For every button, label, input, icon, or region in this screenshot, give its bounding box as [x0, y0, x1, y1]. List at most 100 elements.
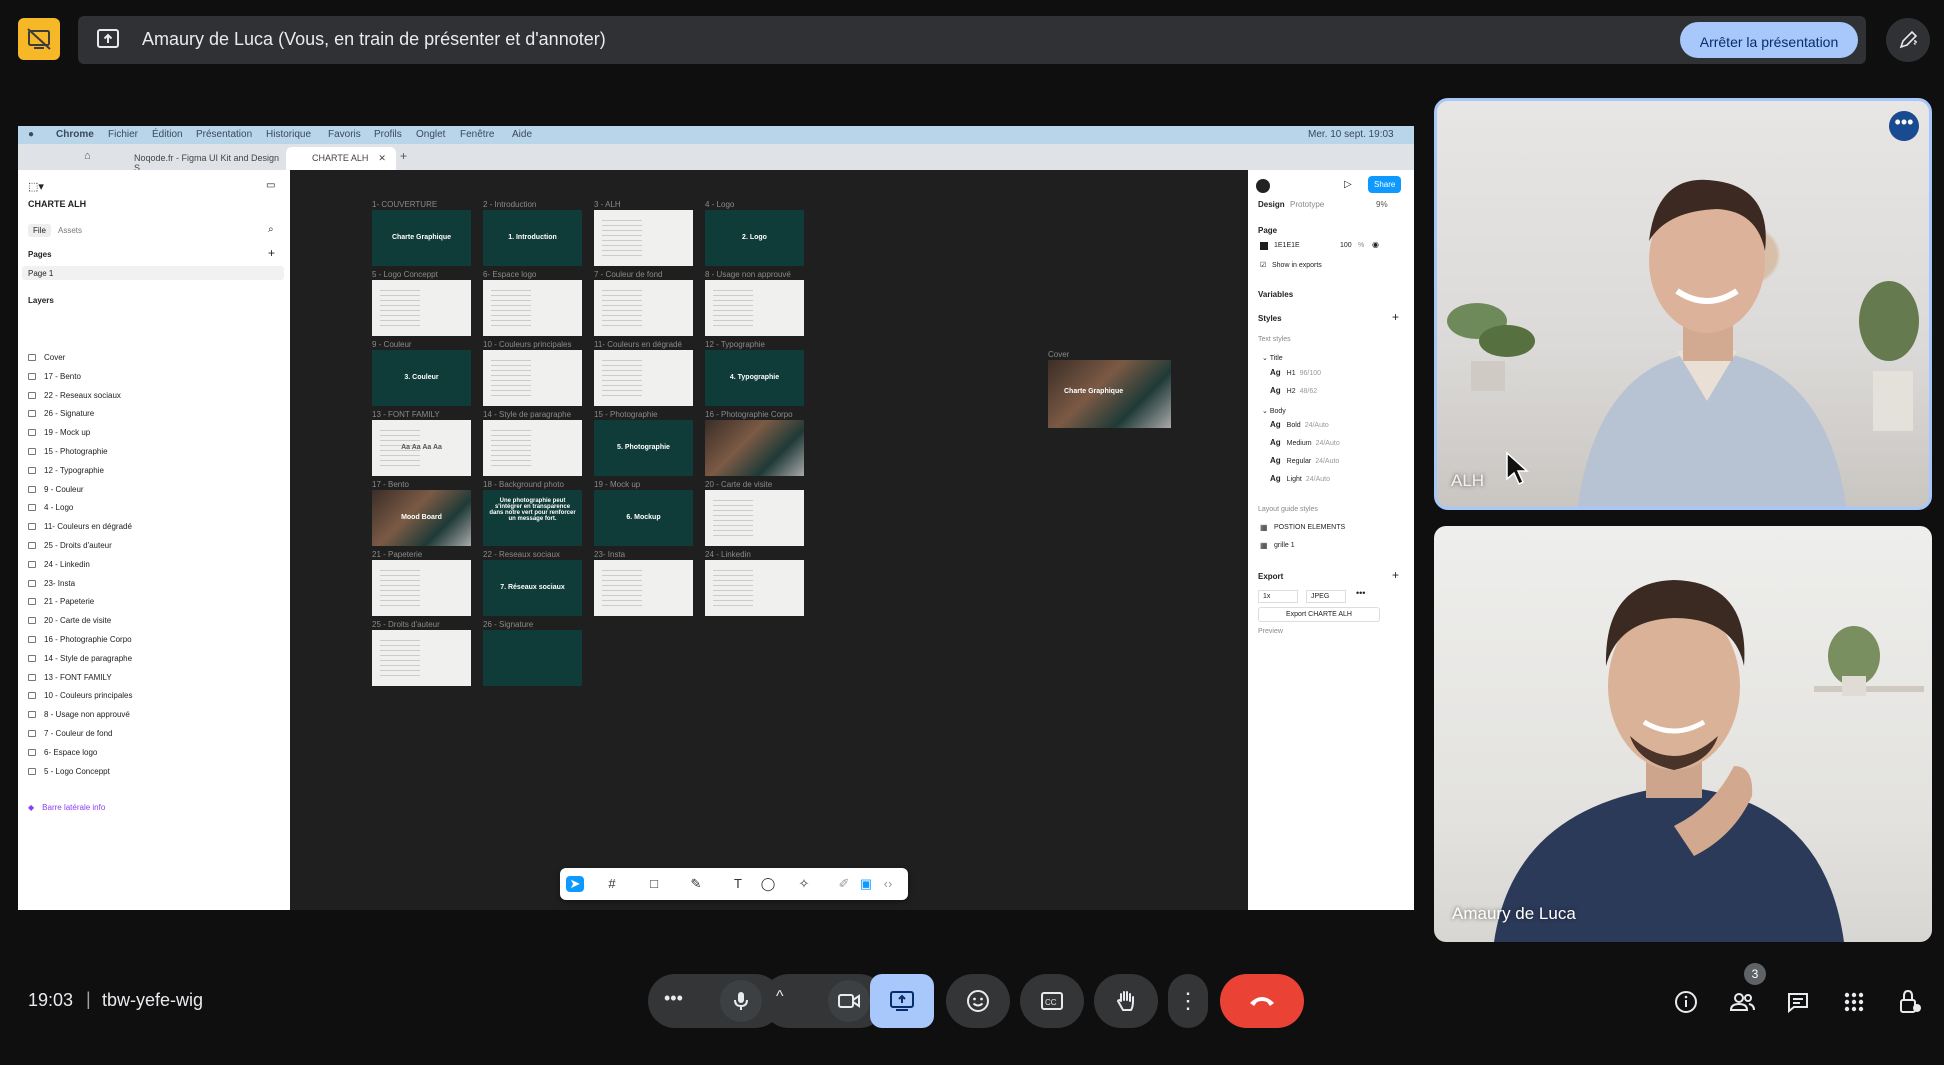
- search-icon[interactable]: ⌕: [268, 224, 274, 235]
- layer-row[interactable]: 4 - Logo: [28, 503, 73, 512]
- add-export-icon[interactable]: +: [1392, 568, 1399, 582]
- zoom-level[interactable]: 9%: [1376, 200, 1388, 209]
- draw-mode-icon[interactable]: ✐: [836, 876, 852, 892]
- export-button[interactable]: Export CHARTE ALH: [1258, 607, 1380, 622]
- layer-row[interactable]: ◆ Barre latérale info: [28, 803, 105, 812]
- export-format-select[interactable]: JPEG: [1306, 590, 1346, 603]
- design-frame[interactable]: [372, 280, 471, 336]
- layer-row[interactable]: 14 - Style de paragraphe: [28, 654, 132, 663]
- export-scale-select[interactable]: 1x: [1258, 590, 1298, 603]
- more-options-button[interactable]: ⋮: [1168, 974, 1208, 1028]
- design-frame[interactable]: 5. Photographie: [594, 420, 693, 476]
- design-frame[interactable]: 6. Mockup: [594, 490, 693, 546]
- layer-row[interactable]: 26 - Signature: [28, 409, 94, 418]
- share-button[interactable]: Share: [1368, 176, 1402, 193]
- layer-row[interactable]: 13 - FONT FAMILY: [28, 673, 112, 682]
- layer-row[interactable]: 24 - Linkedin: [28, 560, 90, 569]
- layer-row[interactable]: 22 - Reseaux sociaux: [28, 391, 121, 400]
- play-icon[interactable]: ▷: [1344, 179, 1352, 190]
- microphone-button[interactable]: [720, 980, 762, 1022]
- frame-tool-icon[interactable]: #: [604, 876, 620, 892]
- design-frame[interactable]: 1. Introduction: [483, 210, 582, 266]
- text-style-row[interactable]: Ag H2 48/62: [1270, 386, 1317, 395]
- avatar[interactable]: [1256, 179, 1270, 193]
- layer-row[interactable]: 19 - Mock up: [28, 428, 90, 437]
- layer-row[interactable]: Cover: [28, 353, 65, 362]
- participant-tile[interactable]: Amaury de Luca: [1434, 526, 1932, 942]
- layer-row[interactable]: 9 - Couleur: [28, 485, 84, 494]
- move-tool-icon[interactable]: ➤: [566, 876, 584, 892]
- design-frame[interactable]: [483, 350, 582, 406]
- menu-item[interactable]: Favoris: [328, 129, 361, 140]
- layer-row[interactable]: 17 - Bento: [28, 372, 81, 381]
- tab-file[interactable]: File: [28, 224, 51, 237]
- text-style-row[interactable]: Ag Light 24/Auto: [1270, 474, 1330, 483]
- camera-button[interactable]: [828, 980, 870, 1022]
- design-frame[interactable]: [705, 490, 804, 546]
- people-button[interactable]: [1724, 984, 1760, 1020]
- layer-row[interactable]: 6- Espace logo: [28, 748, 97, 757]
- rectangle-tool-icon[interactable]: □: [646, 876, 662, 892]
- layer-row[interactable]: 20 - Carte de visite: [28, 616, 111, 625]
- annotate-button[interactable]: [1886, 18, 1930, 62]
- captions-button[interactable]: CC: [1020, 974, 1084, 1028]
- layer-row[interactable]: 8 - Usage non approuvé: [28, 710, 130, 719]
- browser-tab[interactable]: Noqode.fr - Figma UI Kit and Design S: [108, 147, 294, 173]
- activities-button[interactable]: [1836, 984, 1872, 1020]
- checkbox-icon[interactable]: ☑: [1260, 261, 1266, 269]
- stop-presenting-button[interactable]: Arrêter la présentation: [1680, 22, 1858, 58]
- menu-item[interactable]: Aide: [512, 129, 532, 140]
- comment-tool-icon[interactable]: ◯: [760, 876, 776, 892]
- tab-assets[interactable]: Assets: [58, 226, 82, 235]
- page-color-value[interactable]: 1E1E1E: [1274, 242, 1300, 249]
- design-frame[interactable]: [594, 280, 693, 336]
- tab-design[interactable]: Design: [1258, 200, 1285, 209]
- design-frame[interactable]: Une photographie peut s'intégrer en tran…: [483, 490, 582, 546]
- more-options-button[interactable]: •••: [1889, 111, 1919, 141]
- meeting-info-button[interactable]: [1668, 984, 1704, 1020]
- figma-canvas[interactable]: 1- COUVERTURE Charte Graphique 2 - Introdu…: [290, 170, 1248, 910]
- design-frame[interactable]: [705, 560, 804, 616]
- add-style-icon[interactable]: +: [1392, 310, 1399, 324]
- participant-tile[interactable]: ••• ALH: [1434, 98, 1932, 510]
- menu-item[interactable]: Présentation: [196, 129, 252, 140]
- menu-item[interactable]: Chrome: [56, 129, 94, 140]
- design-frame[interactable]: [705, 280, 804, 336]
- text-style-row[interactable]: Ag H1 96/100: [1270, 368, 1321, 377]
- leave-call-button[interactable]: [1220, 974, 1304, 1028]
- text-style-row[interactable]: Ag Bold 24/Auto: [1270, 420, 1329, 429]
- color-swatch[interactable]: [1260, 242, 1268, 250]
- layer-row[interactable]: 7 - Couleur de fond: [28, 729, 113, 738]
- new-tab-icon[interactable]: +: [400, 149, 407, 163]
- eye-icon[interactable]: ◉: [1372, 240, 1379, 249]
- dev-mode-icon[interactable]: ‹›: [880, 876, 896, 892]
- text-style-row[interactable]: Ag Medium 24/Auto: [1270, 438, 1340, 447]
- menu-item[interactable]: Historique: [266, 129, 311, 140]
- audio-options-button[interactable]: •••: [664, 988, 683, 1009]
- design-frame[interactable]: [372, 560, 471, 616]
- menu-item[interactable]: Fichier: [108, 129, 138, 140]
- host-controls-button[interactable]: [1892, 984, 1928, 1020]
- actions-tool-icon[interactable]: ✧: [796, 876, 812, 892]
- menu-item[interactable]: Onglet: [416, 129, 445, 140]
- chat-button[interactable]: [1780, 984, 1816, 1020]
- reactions-button[interactable]: [946, 974, 1010, 1028]
- design-frame[interactable]: [483, 280, 582, 336]
- design-frame[interactable]: [483, 630, 582, 686]
- presenting-status-icon[interactable]: [18, 18, 60, 60]
- close-icon[interactable]: ✕: [378, 153, 386, 163]
- design-frame[interactable]: [594, 210, 693, 266]
- layer-row[interactable]: 23- Insta: [28, 579, 75, 588]
- design-frame[interactable]: Mood Board: [372, 490, 471, 546]
- browser-tab-active[interactable]: CHARTE ALH ✕: [286, 147, 396, 170]
- preview-toggle[interactable]: Preview: [1258, 628, 1283, 635]
- layer-row[interactable]: 5 - Logo Conceppt: [28, 767, 110, 776]
- layer-row[interactable]: 25 - Droits d'auteur: [28, 541, 112, 550]
- page-opacity[interactable]: 100: [1340, 242, 1352, 249]
- layout-guide-item[interactable]: grille 1: [1274, 542, 1295, 549]
- present-now-button[interactable]: [870, 974, 934, 1028]
- design-frame[interactable]: 4. Typographie: [705, 350, 804, 406]
- design-frame[interactable]: [483, 420, 582, 476]
- tab-prototype[interactable]: Prototype: [1290, 200, 1324, 209]
- design-frame[interactable]: 3. Couleur: [372, 350, 471, 406]
